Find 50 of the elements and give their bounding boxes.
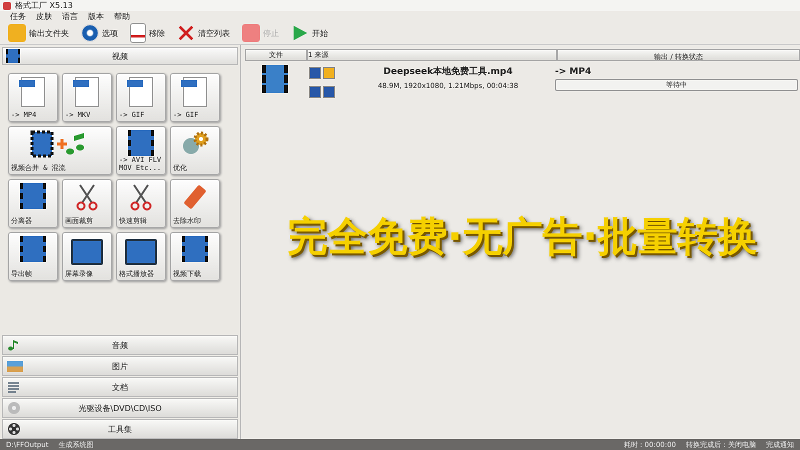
disc-icon — [7, 401, 21, 415]
menu-item[interactable]: 帮助 — [114, 11, 130, 22]
toolbar-button[interactable]: 开始 — [287, 23, 332, 43]
banner-text: 完全免费·无广告·批量转换 — [287, 212, 758, 262]
play-icon — [291, 24, 309, 42]
category-label: 音频 — [112, 340, 128, 350]
folder-icon — [8, 24, 26, 42]
monitor-icon — [71, 239, 103, 265]
menu-item[interactable]: 版本 — [88, 11, 104, 22]
toolbar-button[interactable]: 移除 — [126, 23, 169, 43]
file-icon — [129, 77, 153, 107]
scissors-icon — [74, 183, 100, 211]
film-icon — [262, 65, 288, 93]
app-icon — [3, 2, 11, 10]
file-icon — [21, 77, 45, 107]
document-icon — [130, 23, 146, 43]
file-icon — [183, 77, 207, 107]
output-format: -> MP4 — [555, 67, 592, 77]
category-header[interactable]: 文档 — [2, 377, 238, 397]
category-header[interactable]: 音频 — [2, 335, 238, 355]
toolbar-button[interactable]: 选项 — [77, 23, 122, 43]
category-label: 光驱设备\DVD\CD\ISO — [78, 402, 162, 414]
film-icon — [20, 236, 46, 262]
scissors-icon — [128, 183, 154, 211]
toolbar-button[interactable]: 清空列表 — [173, 23, 234, 43]
film-icon — [20, 183, 46, 209]
category-label: 工具集 — [108, 424, 132, 434]
folder-icon[interactable] — [323, 67, 335, 79]
file-name: Deepseek本地免费工具.mp4 — [383, 65, 513, 78]
category-label: 文档 — [112, 382, 128, 392]
menu-item[interactable]: 语言 — [62, 11, 78, 22]
category-header[interactable]: 光驱设备\DVD\CD\ISO — [2, 398, 238, 418]
toolbar-button[interactable]: 输出文件夹 — [4, 23, 73, 43]
category-header[interactable]: 视频 — [2, 47, 238, 65]
film-icon — [182, 236, 208, 262]
file-icon — [75, 77, 99, 107]
menu-item[interactable]: 皮肤 — [36, 11, 52, 22]
close-icon — [177, 24, 195, 42]
monitor-icon — [125, 239, 157, 265]
menu-item[interactable]: 任务 — [10, 11, 26, 22]
category-header[interactable]: 工具集 — [2, 419, 238, 439]
film-icon — [6, 49, 20, 63]
music-note-icon — [7, 338, 21, 352]
film-icon — [128, 130, 154, 156]
window-title: 格式工厂 X5.13 — [15, 0, 73, 11]
stop-icon — [242, 24, 260, 42]
category-header[interactable]: 图片 — [2, 356, 238, 376]
category-label: 图片 — [112, 360, 128, 372]
film-reel-icon — [7, 422, 21, 436]
document-icon — [7, 380, 21, 394]
